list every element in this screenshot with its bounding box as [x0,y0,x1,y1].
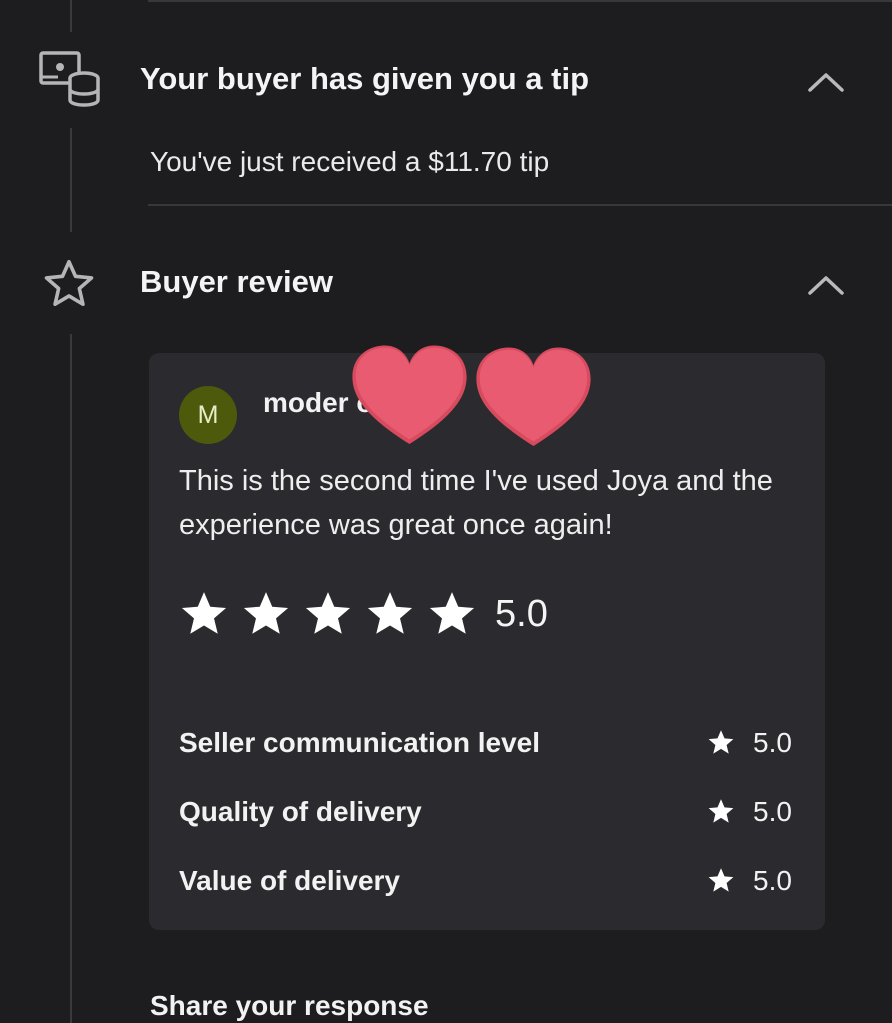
star-filled-icon [708,799,734,823]
chevron-up-icon[interactable] [806,70,846,94]
timeline-line-top [70,0,72,32]
tip-section-title: Your buyer has given you a tip [140,61,590,96]
review-section-title: Buyer review [140,264,333,299]
star-filled-icon [181,592,227,634]
star-outline-icon [44,259,94,307]
section-divider [148,204,892,206]
sub-rating-label: Quality of delivery [179,796,422,827]
review-text: This is the second time I've used Joya a… [179,465,773,541]
heart-sticker-icon [352,345,467,445]
heart-sticker-icon [476,347,591,447]
avatar: M [179,386,237,444]
review-card: M moder o This is the second time I've u… [149,345,825,930]
star-filled-icon [708,868,734,892]
overall-rating-row: 5.0 [179,589,548,639]
sub-rating-value: 5.0 [753,865,792,896]
sub-rating-row: Value of delivery 5.0 [179,861,795,901]
star-filled-icon [367,592,413,634]
sub-rating-row: Quality of delivery 5.0 [179,792,795,832]
star-filled-icon [305,592,351,634]
timeline-line-middle [70,128,72,232]
overall-rating-value: 5.0 [495,593,548,635]
sub-rating-value: 5.0 [753,796,792,827]
star-filled-icon [243,592,289,634]
chevron-up-icon[interactable] [806,273,846,297]
sub-rating-row: Seller communication level 5.0 [179,723,795,763]
tip-money-icon [39,51,100,107]
sub-rating-value: 5.0 [753,727,792,758]
order-activity-page: Your buyer has given you a tip You've ju… [0,0,892,1023]
star-filled-icon [708,730,734,754]
tip-message: You've just received a $11.70 tip [150,146,550,177]
sub-rating-label: Seller communication level [179,727,541,758]
top-divider [148,0,892,2]
star-filled-icon [429,592,475,634]
sub-rating-label: Value of delivery [179,865,400,896]
timeline-line-bottom [70,334,72,1023]
share-response-link[interactable]: Share your response [150,990,429,1022]
